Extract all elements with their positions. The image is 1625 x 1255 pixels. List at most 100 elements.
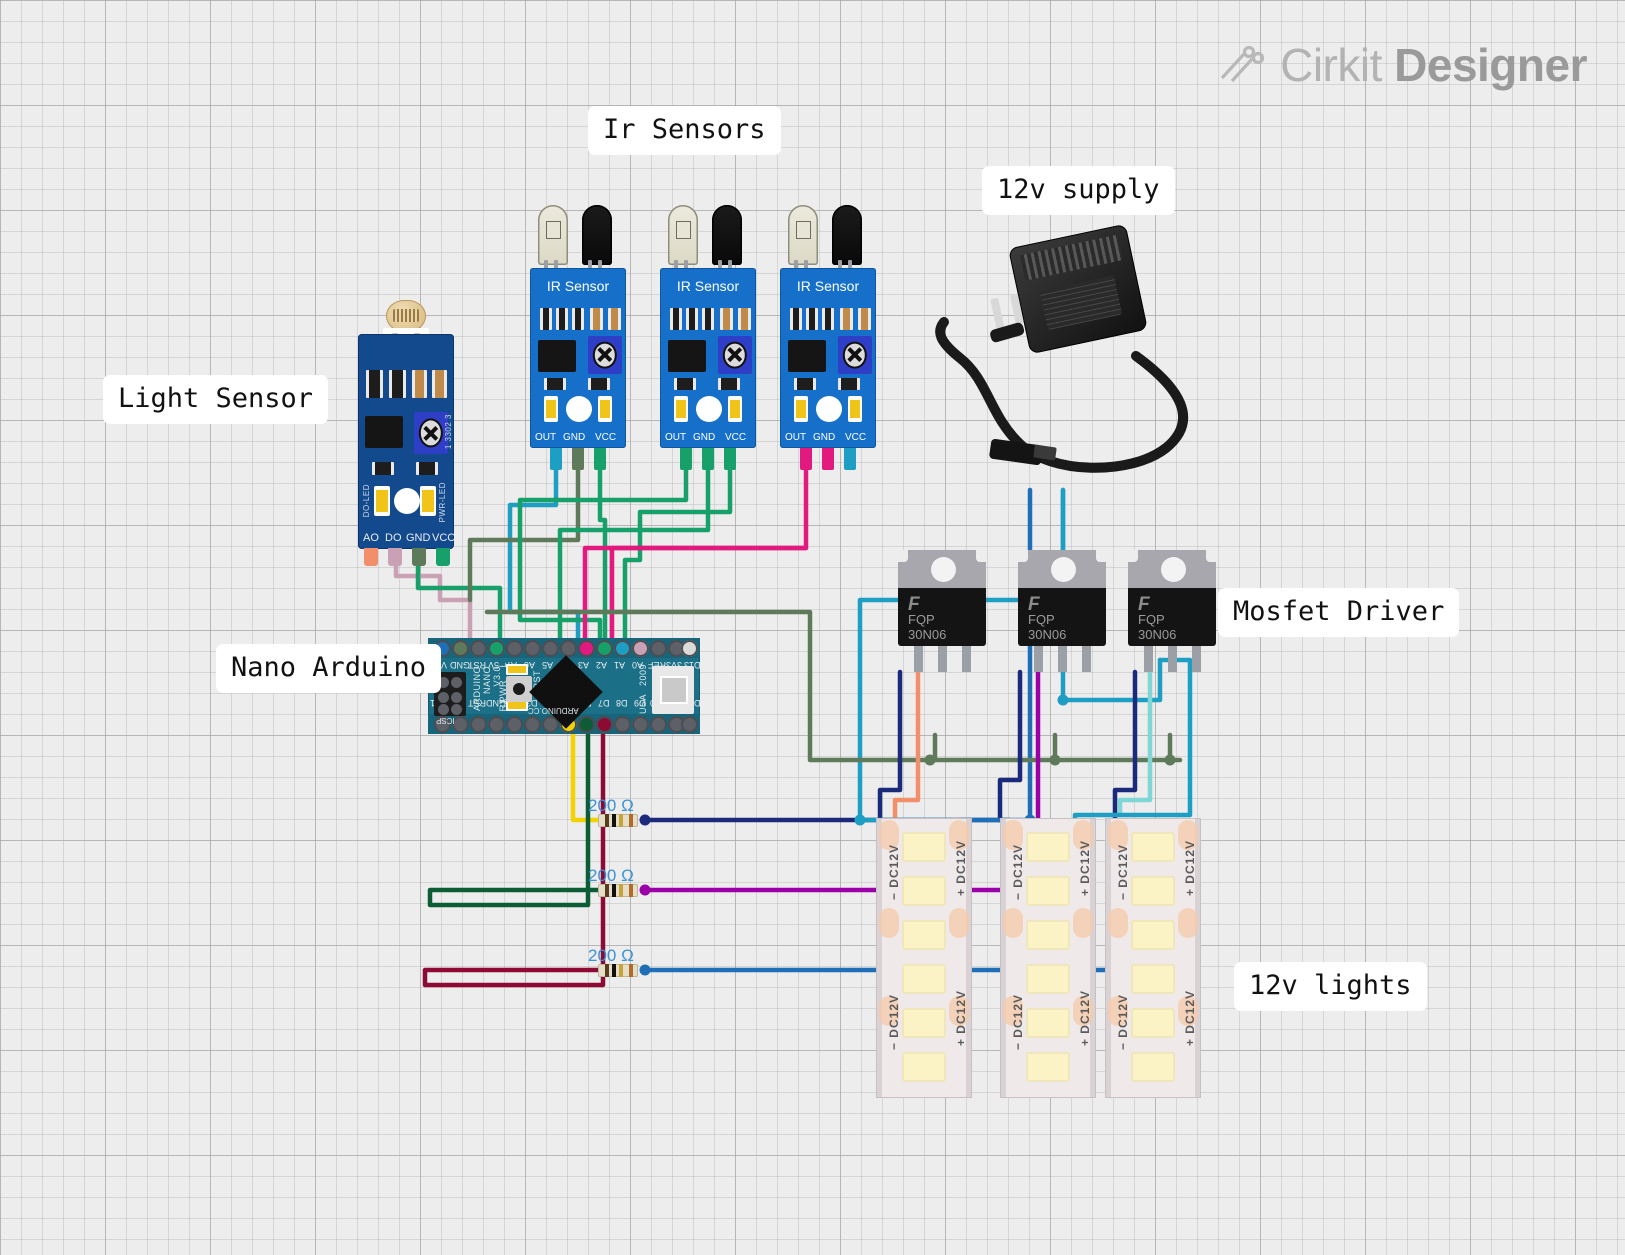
- mosfet-leg-drain[interactable]: [938, 646, 947, 672]
- nano-pin-a2[interactable]: [596, 640, 613, 657]
- ldr-pad-gnd[interactable]: [412, 548, 426, 566]
- ldr-pin-label-ao: AO: [363, 532, 379, 544]
- ir3-pin-out: OUT: [785, 432, 807, 443]
- ldr-pad-vcc[interactable]: [436, 548, 450, 566]
- ir-detector-led: [832, 205, 862, 265]
- mosfet-3[interactable]: F FQP 30N06: [1128, 550, 1216, 672]
- callout-mosfet-driver: Mosfet Driver: [1218, 588, 1460, 638]
- power-supply-adapter[interactable]: [930, 210, 1210, 490]
- smd-capacitor: [412, 370, 427, 398]
- nano-pin-rst[interactable]: [470, 640, 487, 657]
- light-sensor-module[interactable]: 1 3302 3 DO-LED PWR-LED AO DO GND VCC: [358, 300, 458, 566]
- nano-pin-d3[interactable]: [524, 716, 541, 733]
- mosfet-part-line1: FQP: [908, 612, 935, 627]
- nano-pin-a3[interactable]: [578, 640, 595, 657]
- mosfet-leg-gate[interactable]: [914, 646, 923, 672]
- nano-pin-d10[interactable]: [650, 716, 667, 733]
- nano-pin-a1[interactable]: [614, 640, 631, 657]
- strip-1-minus-label: − DC12V: [887, 844, 901, 901]
- callout-12v-lights: 12v lights: [1234, 962, 1427, 1012]
- reset-button[interactable]: [506, 676, 532, 702]
- ir2-pad-vcc[interactable]: [724, 448, 736, 470]
- strip-3-plus-label: + DC12V: [1183, 840, 1197, 897]
- ir3-pad-vcc[interactable]: [844, 448, 856, 470]
- nano-pin-ref[interactable]: [650, 640, 667, 657]
- psu-dc-cable: [935, 317, 1189, 473]
- icsp-silk: ICSP: [436, 716, 455, 725]
- arduino-nano[interactable]: VIN GND RST 5V A7 A6 A5 A4 A3 A2 A1 A0 R…: [428, 638, 701, 734]
- smd-resistor: [389, 370, 406, 398]
- mosfet-leg-source[interactable]: [962, 646, 971, 672]
- ir3-pad-out[interactable]: [800, 448, 812, 470]
- mosfet-leg-gate[interactable]: [1144, 646, 1153, 672]
- nano-pin-d12[interactable]: [681, 716, 698, 733]
- nano-pin-d7[interactable]: [596, 716, 613, 733]
- led-strip-3-body: − DC12V + DC12V − DC12V + DC12V: [1105, 818, 1201, 1098]
- ldr-pin-label-do: DO: [385, 532, 402, 544]
- led-strip-1-body: − DC12V + DC12V − DC12V + DC12V: [876, 818, 972, 1098]
- mosfet-1[interactable]: F FQP 30N06: [898, 550, 986, 672]
- watermark-brand-bold: Designer: [1394, 39, 1587, 91]
- ir-indicator: [566, 396, 592, 422]
- nano-pin-5v[interactable]: [488, 640, 505, 657]
- resistor-2-value: 200 Ω: [588, 866, 634, 885]
- ir-comparator-ic: [788, 340, 826, 372]
- watermark-brand-light: Cirkit: [1280, 39, 1382, 91]
- mosfet-part-line1: FQP: [1028, 612, 1055, 627]
- ir1-pin-vcc: VCC: [595, 432, 617, 443]
- nano-pin-a7[interactable]: [506, 640, 523, 657]
- ir-trimmer-pot[interactable]: [718, 336, 752, 374]
- silk-country: USA: [638, 694, 648, 715]
- nano-pin-d13[interactable]: [681, 640, 698, 657]
- ir-trimmer-pot[interactable]: [588, 336, 622, 374]
- mosfet-leg-drain[interactable]: [1168, 646, 1177, 672]
- ir2-pad-gnd[interactable]: [702, 448, 714, 470]
- mosfet-leg-gate[interactable]: [1034, 646, 1043, 672]
- ir-detector-led: [712, 205, 742, 265]
- ir-comparator-ic: [668, 340, 706, 372]
- nano-pin-a6[interactable]: [524, 640, 541, 657]
- strip-2-minus-label: − DC12V: [1011, 844, 1025, 901]
- ir1-pin-gnd: GND: [563, 432, 586, 443]
- usb-mini-connector[interactable]: [652, 666, 694, 714]
- ldr-pad-ao[interactable]: [364, 548, 378, 566]
- nano-pin-d2[interactable]: [506, 716, 523, 733]
- nano-pin-rst2[interactable]: [470, 716, 487, 733]
- trimmer-potentiometer[interactable]: [414, 412, 448, 454]
- ir1-pad-gnd[interactable]: [572, 448, 584, 470]
- silk-l: L: [498, 662, 508, 668]
- nano-label-a2: A2: [596, 660, 608, 670]
- ir2-pad-out[interactable]: [680, 448, 692, 470]
- ir-emitter-led: [788, 205, 818, 265]
- ir-sensor-title: IR Sensor: [546, 278, 610, 294]
- nano-pin-d9[interactable]: [632, 716, 649, 733]
- ir2-pin-vcc: VCC: [725, 432, 747, 443]
- ir-emitter-led: [668, 205, 698, 265]
- silk-year: 2009: [638, 664, 648, 687]
- ir-emitter-led: [538, 205, 568, 265]
- nano-pin-a4[interactable]: [560, 640, 577, 657]
- led-indicator: [394, 488, 420, 514]
- ir3-pad-gnd[interactable]: [822, 448, 834, 470]
- mosfet-part-line2: 30N06: [1028, 627, 1067, 642]
- ir1-pin-out: OUT: [535, 432, 557, 443]
- pot-silk-code: 1 3302 3: [444, 414, 453, 450]
- ir1-pad-out[interactable]: [550, 448, 562, 470]
- ir-trimmer-pot[interactable]: [838, 336, 872, 374]
- mosfet-part-line2: 30N06: [1138, 627, 1177, 642]
- nano-pin-d6[interactable]: [578, 716, 595, 733]
- mosfet-leg-source[interactable]: [1192, 646, 1201, 672]
- mosfet-leg-source[interactable]: [1082, 646, 1091, 672]
- nano-pin-a0[interactable]: [632, 640, 649, 657]
- ldr-pad-do[interactable]: [388, 548, 402, 566]
- ir1-pad-vcc[interactable]: [594, 448, 606, 470]
- mosfet-leg-drain[interactable]: [1058, 646, 1067, 672]
- mosfet-2[interactable]: F FQP 30N06: [1018, 550, 1106, 672]
- nano-pin-gnd[interactable]: [452, 640, 469, 657]
- nano-pin-d8[interactable]: [614, 716, 631, 733]
- pwr-led-label: PWR-LED: [438, 482, 447, 523]
- ir-indicator: [816, 396, 842, 422]
- nano-pin-a5[interactable]: [542, 640, 559, 657]
- nano-pin-gnd2[interactable]: [488, 716, 505, 733]
- mosfet-part-line1: FQP: [1138, 612, 1165, 627]
